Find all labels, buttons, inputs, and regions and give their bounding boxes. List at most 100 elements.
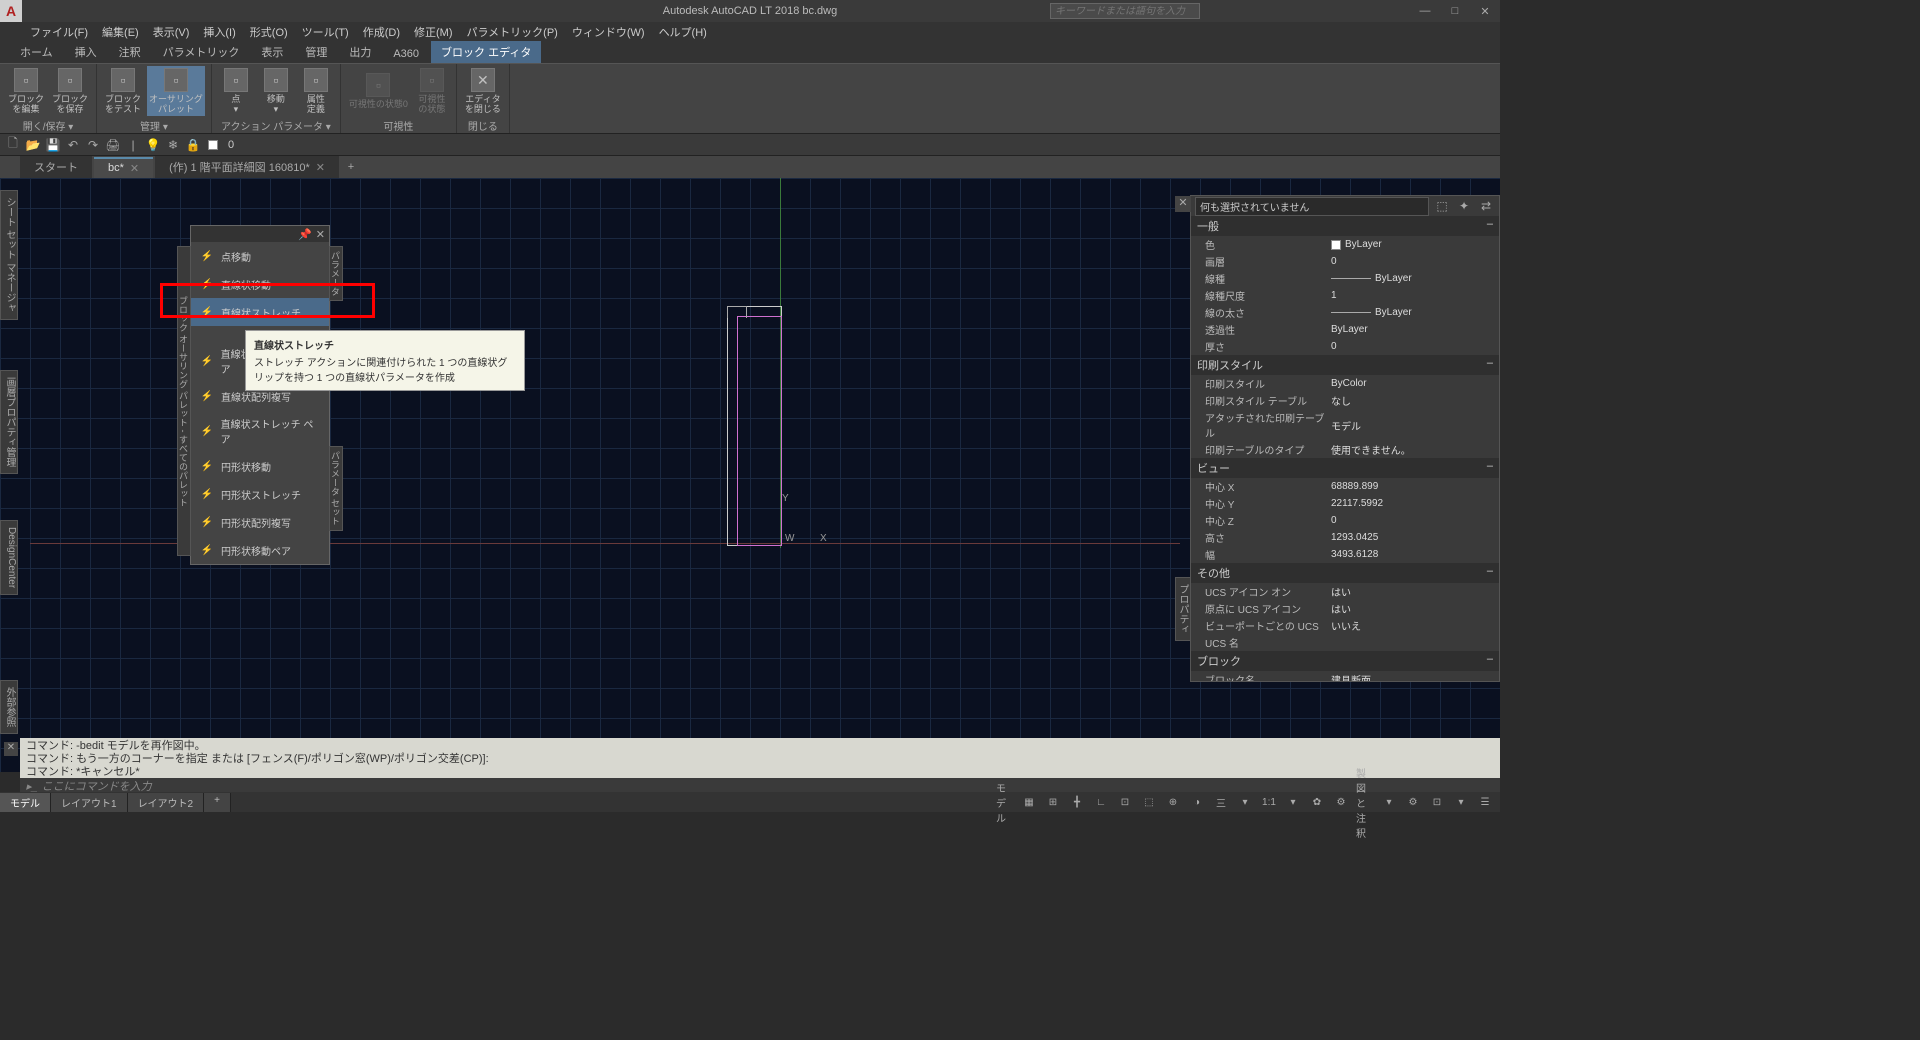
property-value[interactable]: いいえ [1331,618,1499,633]
menu-item[interactable]: ヘルプ(H) [659,24,707,40]
menu-item[interactable]: 作成(D) [363,24,400,40]
property-value[interactable]: ByLayer [1331,237,1499,252]
ribbon-button[interactable]: ▫ブロックを編集 [6,66,46,116]
layer-swatch[interactable] [204,136,222,154]
ribbon-tab[interactable]: 表示 [251,41,293,63]
palette-item[interactable]: ⚡直線状ストレッチ [191,298,329,326]
palette-pin-icon[interactable]: 📌 [298,228,312,241]
ribbon-panel-label[interactable]: 開く/保存 ▾ [6,116,90,135]
status-icon[interactable]: 三 [1212,794,1230,810]
property-group-header[interactable]: 印刷スタイル– [1191,355,1499,375]
search-input[interactable] [1050,3,1200,19]
palette-item[interactable]: ⚡円形状配列複写 [191,508,329,536]
property-row[interactable]: 画層0 [1191,253,1499,270]
property-value[interactable]: ByLayer [1331,322,1499,337]
document-tab[interactable]: (作) 1 階平面詳細図 160810*✕ [155,156,339,178]
ribbon-tab[interactable]: 挿入 [65,41,107,63]
menu-item[interactable]: 挿入(I) [203,24,235,40]
property-row[interactable]: 印刷スタイルByColor [1191,375,1499,392]
palette-item[interactable]: ⚡直線状移動 [191,270,329,298]
property-value[interactable]: 3493.6128 [1331,547,1499,562]
ribbon-panel-label[interactable]: 閉じる [463,116,503,135]
menu-item[interactable]: 表示(V) [153,24,190,40]
pick-icon[interactable]: ✦ [1455,197,1473,215]
ribbon-button[interactable]: ▫属性定義 [298,66,334,116]
ribbon-tab[interactable]: パラメトリック [153,41,250,63]
palette-close-icon[interactable]: ✕ [316,228,325,241]
command-close-icon[interactable]: ✕ [4,742,18,756]
document-tab[interactable]: スタート [20,156,92,178]
properties-tab[interactable]: プロパティ [1175,577,1191,641]
property-row[interactable]: UCS 名 [1191,634,1499,651]
layout-tab[interactable]: レイアウト2 [128,793,205,812]
palette-item[interactable]: ⚡円形状移動 [191,452,329,480]
palette-item[interactable]: ⚡円形状ストレッチ [191,480,329,508]
property-row[interactable]: UCS アイコン オンはい [1191,583,1499,600]
status-icon[interactable]: ╋ [1068,794,1086,810]
palette-item[interactable]: ⚡円形状移動ペア [191,536,329,564]
status-icon[interactable]: ▦ [1020,794,1038,810]
property-value[interactable]: 1293.0425 [1331,530,1499,545]
menu-item[interactable]: 修正(M) [414,24,453,40]
qat-icon[interactable]: ↶ [64,136,82,154]
property-value[interactable]: 使用できません。 [1331,442,1499,457]
ribbon-button[interactable]: ▫移動▾ [258,66,294,116]
command-area[interactable]: コマンド: -bedit モデルを再作図中。コマンド: もう一方のコーナーを指定… [20,738,1500,794]
qat-icon[interactable]: ↷ [84,136,102,154]
menu-item[interactable]: ウィンドウ(W) [572,24,645,40]
property-group-header[interactable]: 一般– [1191,216,1499,236]
ribbon-tab[interactable]: ブロック エディタ [431,41,541,63]
status-icon[interactable]: 1:1 [1260,794,1278,810]
property-value[interactable]: 0 [1331,339,1499,354]
property-value[interactable]: 建具断面 [1331,672,1499,681]
status-icon[interactable]: モデル [996,794,1014,810]
ribbon-tab[interactable]: 注釈 [109,41,151,63]
selection-dropdown[interactable]: 何も選択されていません [1195,197,1429,216]
side-panel-tab[interactable]: 画層プロパティ管理 [0,370,18,474]
property-row[interactable]: 印刷スタイル テーブルなし [1191,392,1499,409]
layer-name[interactable]: 0 [224,139,238,151]
ribbon-tab[interactable]: A360 [383,45,429,63]
ribbon-button[interactable]: ▫ブロックをテスト [103,66,143,116]
ribbon-button[interactable]: ▫オーサリングパレット [147,66,205,116]
property-row[interactable]: 線の太さByLayer [1191,304,1499,321]
palette-item[interactable]: ⚡点移動 [191,242,329,270]
property-row[interactable]: 厚さ0 [1191,338,1499,355]
property-row[interactable]: 高さ1293.0425 [1191,529,1499,546]
status-icon[interactable]: ⚙ [1332,794,1350,810]
ribbon-tab[interactable]: ホーム [10,41,63,63]
property-value[interactable]: はい [1331,584,1499,599]
palette-title[interactable]: ブロック オーサリング パレット - すべてのパレット [177,246,191,556]
status-icon[interactable]: ⚙ [1404,794,1422,810]
property-row[interactable]: ビューポートごとの UCSいいえ [1191,617,1499,634]
status-icon[interactable]: ◑ [1188,794,1206,810]
property-value[interactable]: モデル [1331,410,1499,440]
status-icon[interactable]: ✿ [1308,794,1326,810]
minimize-button[interactable]: — [1410,0,1440,22]
property-row[interactable]: 原点に UCS アイコンはい [1191,600,1499,617]
property-row[interactable]: 色ByLayer [1191,236,1499,253]
tab-close-icon[interactable]: ✕ [316,161,325,174]
status-icon[interactable]: ⬚ [1140,794,1158,810]
qat-icon[interactable]: 🗋 [4,136,22,154]
palette-category-tab[interactable]: パラメータ [329,246,343,301]
document-tab[interactable]: bc*✕ [94,157,153,178]
property-row[interactable]: 中心 Y22117.5992 [1191,495,1499,512]
property-row[interactable]: 中心 Z0 [1191,512,1499,529]
status-icon[interactable]: ▾ [1236,794,1254,810]
property-row[interactable]: 印刷テーブルのタイプ使用できません。 [1191,441,1499,458]
property-row[interactable]: アタッチされた印刷テーブルモデル [1191,409,1499,441]
palette-category-tab[interactable]: パラメータ セット [329,446,343,531]
property-row[interactable]: ブロック名建具断面 [1191,671,1499,681]
properties-panel[interactable]: ✕ プロパティ 何も選択されていません ⬚ ✦ ⇄ 一般–色ByLayer画層0… [1190,195,1500,682]
status-icon[interactable]: ☰ [1476,794,1494,810]
maximize-button[interactable]: □ [1440,0,1470,22]
layout-tab[interactable]: レイアウト1 [51,793,128,812]
ribbon-button[interactable]: ▫ブロックを保存 [50,66,90,116]
ribbon-panel-label[interactable]: アクション パラメータ ▾ [218,116,334,135]
ribbon-button[interactable]: ✕エディタを閉じる [463,66,503,116]
property-value[interactable]: 1 [1331,288,1499,303]
ribbon-tab[interactable]: 出力 [339,41,381,63]
status-icon[interactable]: ∟ [1092,794,1110,810]
block-authoring-palette[interactable]: 📌 ✕ ⚡点移動⚡直線状移動⚡直線状ストレッチ⚡直線状ストレッチ ペア⚡直線状配… [190,225,330,565]
